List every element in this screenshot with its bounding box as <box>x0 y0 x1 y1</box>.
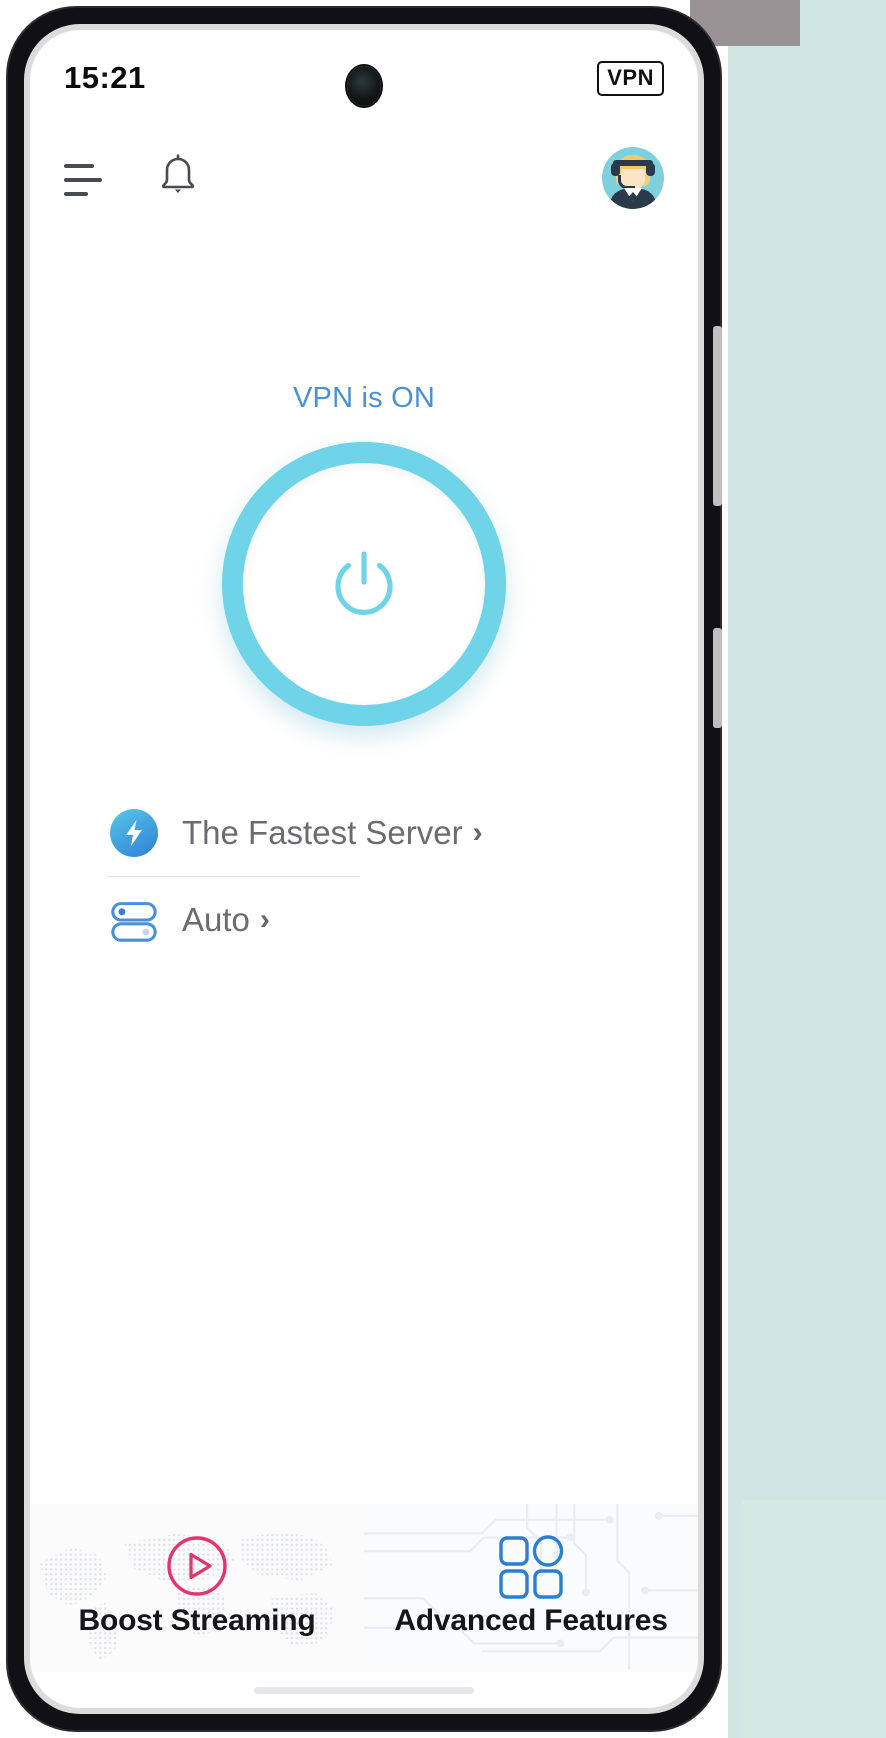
grid-apps-icon <box>495 1535 567 1599</box>
lightning-bolt-icon <box>108 807 160 859</box>
option-label-fastest-server: The Fastest Server <box>182 814 463 851</box>
card-label-advanced-features: Advanced Features <box>394 1604 668 1637</box>
home-indicator <box>254 1687 474 1694</box>
hamburger-menu-icon[interactable] <box>64 164 104 196</box>
power-button[interactable] <box>222 442 506 726</box>
power-button-face[interactable] <box>243 463 485 705</box>
status-bar-clock: 15:21 <box>64 60 146 95</box>
power-icon <box>335 551 393 615</box>
bolt-glyph <box>126 820 142 846</box>
bottom-feature-cards: Boost Streaming Advanced Features <box>30 1504 698 1672</box>
hamburger-line <box>64 164 94 168</box>
chevron-right-icon: › <box>472 816 483 849</box>
hamburger-line <box>64 192 88 196</box>
card-label-boost-streaming: Boost Streaming <box>78 1604 316 1637</box>
bell-icon[interactable] <box>156 153 200 204</box>
status-bar-vpn-badge: VPN <box>597 60 664 96</box>
card-advanced-features[interactable]: Advanced Features <box>364 1504 698 1672</box>
chevron-right-icon: › <box>259 903 270 936</box>
power-side-button[interactable] <box>713 628 722 728</box>
background-teal-panel-lower <box>742 1500 886 1738</box>
status-bar: 15:21 VPN <box>30 48 698 108</box>
hamburger-line <box>64 178 102 182</box>
avatar-headset-mic <box>618 175 635 189</box>
option-label-protocol-auto: Auto <box>182 901 250 938</box>
bolt-circle-background <box>110 809 158 857</box>
support-agent-avatar[interactable] <box>602 147 664 209</box>
play-circle-icon <box>164 1536 230 1596</box>
card-boost-streaming[interactable]: Boost Streaming <box>30 1504 364 1672</box>
protocol-toggle-icon <box>108 894 160 946</box>
connection-status-text: VPN is ON <box>293 382 435 414</box>
phone-screen: 15:21 VPN VPN is ON The Fastest Server ›… <box>30 30 698 1708</box>
app-header <box>30 138 698 218</box>
volume-button[interactable] <box>713 326 722 506</box>
option-row-fastest-server[interactable]: The Fastest Server › <box>108 790 528 876</box>
phone-device-frame: 15:21 VPN VPN is ON The Fastest Server ›… <box>8 8 722 1730</box>
background-teal-panel <box>728 0 886 1738</box>
option-row-protocol-auto[interactable]: Auto › <box>108 877 528 963</box>
avatar-headset-ear-right <box>646 163 655 176</box>
options-list: The Fastest Server › Auto › <box>108 790 528 963</box>
